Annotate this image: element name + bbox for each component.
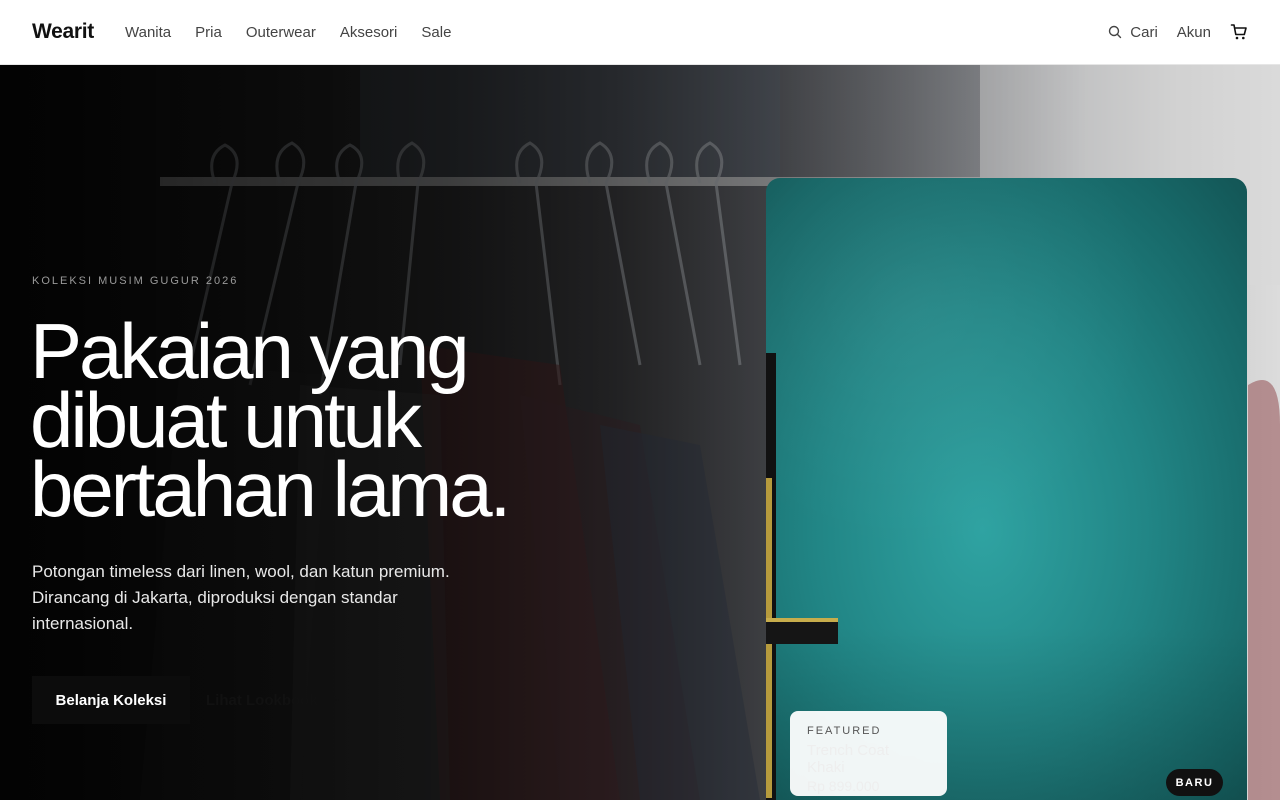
hero-section: KOLEKSI MUSIM GUGUR 2026 Pakaian yang di… [0,65,1280,800]
hero-description: Potongan timeless dari linen, wool, dan … [32,562,450,633]
new-badge: BARU [1166,769,1223,796]
hero-headline: Pakaian yang dibuat untuk bertahan lama. [30,307,511,533]
brand-logo[interactable]: Wearit [32,20,94,44]
shop-collection-button[interactable]: Belanja Koleksi [32,676,190,724]
nav-link-wanita[interactable]: Wanita [125,24,171,41]
search-button[interactable]: Cari [1108,24,1158,41]
lookbook-link[interactable]: Lihat Lookbook [206,676,340,724]
featured-label: FEATURED [807,725,882,737]
main-menu: Wanita Pria Outerwear Aksesori Sale [125,24,451,41]
search-label: Cari [1130,23,1158,41]
nav-link-aksesori[interactable]: Aksesori [340,24,398,41]
account-link[interactable]: Akun [1177,24,1211,41]
featured-product-image [766,178,1247,800]
lookbook-link-label: Lihat Lookbook [206,691,318,709]
nav-link-sale[interactable]: Sale [421,24,451,41]
nav-actions: Cari Akun [1108,23,1248,41]
featured-product-price: Rp 899.000 [807,778,880,794]
featured-product-info[interactable]: FEATURED Trench Coat Khaki Rp 899.000 [790,711,947,796]
nav-link-outerwear[interactable]: Outerwear [246,24,316,41]
featured-product-name: Trench Coat Khaki [807,742,889,776]
hero-eyebrow: KOLEKSI MUSIM GUGUR 2026 [32,275,239,287]
cart-icon [1230,24,1247,40]
cart-button[interactable] [1230,23,1248,41]
card-image-detail [766,618,838,644]
nav-link-pria[interactable]: Pria [195,24,222,41]
arrow-right-icon [325,695,339,705]
search-icon [1109,25,1122,39]
featured-product-card[interactable]: FEATURED Trench Coat Khaki Rp 899.000 BA… [766,178,1247,800]
top-navigation: Wearit Wanita Pria Outerwear Aksesori Sa… [0,0,1280,65]
